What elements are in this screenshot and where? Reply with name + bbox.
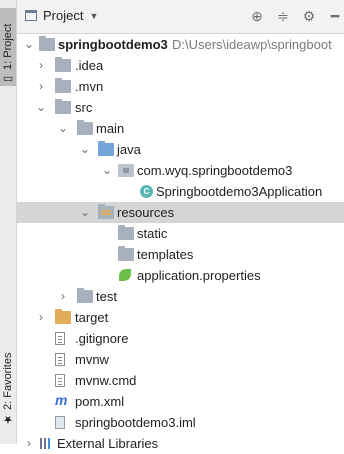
tree-row-app-class[interactable]: C Springbootdemo3Application bbox=[17, 181, 344, 202]
tree-row-iml[interactable]: springbootdemo3.iml bbox=[17, 412, 344, 433]
file-icon bbox=[55, 353, 65, 366]
app-properties-label: application.properties bbox=[137, 268, 261, 283]
resources-label: resources bbox=[117, 205, 175, 220]
tree-row-java[interactable]: ⌄ java bbox=[17, 139, 344, 160]
library-icon bbox=[39, 437, 53, 449]
project-tool-tab[interactable]: ▭ 1: Project bbox=[0, 8, 16, 86]
favorites-tool-tab-label: 2: Favorites bbox=[2, 352, 14, 410]
chevron-right-icon[interactable]: › bbox=[35, 307, 47, 328]
folder-icon bbox=[118, 225, 134, 240]
panel-title: Project bbox=[43, 8, 84, 23]
tree-row-src[interactable]: ⌄ src bbox=[17, 97, 344, 118]
tree-row-mvnw[interactable]: mvnw bbox=[17, 349, 344, 370]
java-label: java bbox=[117, 142, 141, 157]
tool-window-stripe: ▭ 1: Project ★ 2: Favorites bbox=[0, 0, 17, 444]
chevron-down-icon[interactable]: ⌄ bbox=[79, 202, 91, 223]
tree-row-package[interactable]: ⌄ com.wyq.springbootdemo3 bbox=[17, 160, 344, 181]
maven-icon: m bbox=[55, 392, 68, 408]
src-label: src bbox=[75, 100, 93, 115]
hide-icon[interactable]: ━ bbox=[326, 7, 344, 25]
gear-icon[interactable]: ⚙ bbox=[300, 7, 318, 25]
class-icon: C bbox=[140, 185, 153, 198]
folder-icon bbox=[118, 246, 134, 261]
favorites-tool-tab[interactable]: ★ 2: Favorites bbox=[0, 340, 16, 426]
tree-row-pom[interactable]: m pom.xml bbox=[17, 391, 344, 412]
iml-label: springbootdemo3.iml bbox=[75, 415, 196, 430]
file-icon bbox=[55, 332, 65, 345]
mvnw-label: mvnw bbox=[75, 352, 109, 367]
tree-row-idea[interactable]: › .idea bbox=[17, 55, 344, 76]
chevron-right-icon[interactable]: › bbox=[35, 76, 47, 97]
star-icon: ★ bbox=[2, 413, 15, 426]
target-label: target bbox=[75, 310, 109, 325]
tree-row-mvn[interactable]: › .mvn bbox=[17, 76, 344, 97]
package-label: com.wyq.springbootdemo3 bbox=[137, 163, 293, 178]
tree-row-gitignore[interactable]: .gitignore bbox=[17, 328, 344, 349]
folder-icon bbox=[77, 288, 93, 303]
tree-row-mvnw-cmd[interactable]: mvnw.cmd bbox=[17, 370, 344, 391]
root-label: springbootdemo3 bbox=[58, 37, 168, 52]
spring-leaf-icon bbox=[119, 269, 131, 281]
tree-row-app-properties[interactable]: application.properties bbox=[17, 265, 344, 286]
mvnw-cmd-label: mvnw.cmd bbox=[75, 373, 137, 388]
test-label: test bbox=[96, 289, 117, 304]
chevron-down-icon[interactable]: ⌄ bbox=[101, 160, 113, 181]
view-selector[interactable]: Project ▼ bbox=[25, 8, 98, 23]
project-panel-header: Project ▼ ⊕ ≑ ⚙ ━ bbox=[17, 0, 344, 34]
tree-row-target[interactable]: › target bbox=[17, 307, 344, 328]
app-class-label: Springbootdemo3Application bbox=[156, 184, 323, 199]
folder-icon bbox=[55, 78, 71, 93]
chevron-right-icon[interactable]: › bbox=[57, 286, 69, 307]
folder-icon bbox=[55, 99, 71, 114]
source-folder-icon bbox=[98, 141, 114, 156]
tree-row-templates[interactable]: templates bbox=[17, 244, 344, 265]
module-file-icon bbox=[55, 416, 65, 429]
chevron-down-icon[interactable]: ⌄ bbox=[35, 97, 47, 118]
module-folder-icon bbox=[39, 36, 55, 51]
mvn-label: .mvn bbox=[75, 79, 104, 94]
pom-label: pom.xml bbox=[75, 394, 125, 409]
main-label: main bbox=[96, 121, 125, 136]
chevron-down-icon: ▼ bbox=[89, 10, 99, 21]
chevron-down-icon[interactable]: ⌄ bbox=[79, 139, 91, 160]
project-view-icon bbox=[25, 10, 37, 21]
templates-label: templates bbox=[137, 247, 194, 262]
tree-row-main[interactable]: ⌄ main bbox=[17, 118, 344, 139]
header-toolbar: ⊕ ≑ ⚙ ━ bbox=[248, 7, 344, 25]
root-path: D:\Users\ideawp\springboot bbox=[172, 37, 332, 52]
resources-folder-icon bbox=[98, 204, 114, 219]
folder-icon: ▭ bbox=[2, 73, 15, 86]
chevron-down-icon[interactable]: ⌄ bbox=[23, 34, 35, 55]
file-icon bbox=[55, 374, 65, 387]
tree-row-static[interactable]: static bbox=[17, 223, 344, 244]
folder-icon bbox=[77, 120, 93, 135]
excluded-folder-icon bbox=[55, 309, 71, 324]
idea-label: .idea bbox=[75, 58, 104, 73]
package-icon bbox=[118, 164, 134, 177]
chevron-right-icon[interactable]: › bbox=[35, 55, 47, 76]
chevron-down-icon[interactable]: ⌄ bbox=[57, 118, 69, 139]
collapse-all-icon[interactable]: ≑ bbox=[274, 7, 292, 25]
folder-icon bbox=[55, 57, 71, 72]
tree-row-resources[interactable]: ⌄ resources bbox=[17, 202, 344, 223]
locate-icon[interactable]: ⊕ bbox=[248, 7, 266, 25]
tree-row-root[interactable]: ⌄ springbootdemo3 D:\Users\ideawp\spring… bbox=[17, 34, 344, 55]
project-tool-tab-label: 1: Project bbox=[2, 23, 14, 70]
project-tree: ⌄ springbootdemo3 D:\Users\ideawp\spring… bbox=[17, 34, 344, 454]
static-label: static bbox=[137, 226, 168, 241]
gitignore-label: .gitignore bbox=[75, 331, 129, 346]
tree-row-test[interactable]: › test bbox=[17, 286, 344, 307]
